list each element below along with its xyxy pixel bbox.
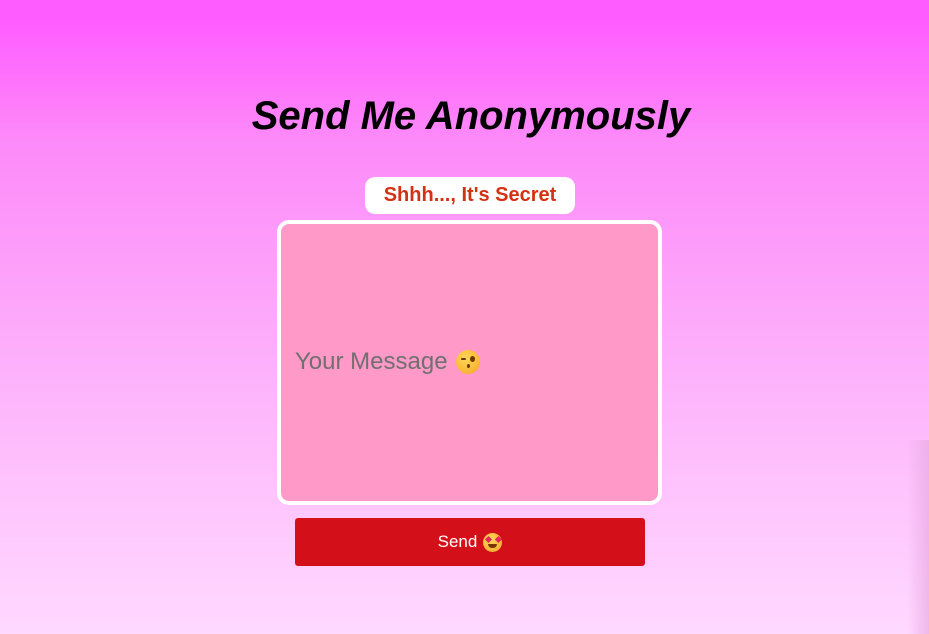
page-title: Send Me Anonymously (251, 94, 691, 138)
secret-badge: Shhh..., It's Secret (365, 177, 575, 214)
send-button[interactable]: Send (295, 518, 645, 566)
message-input[interactable] (277, 220, 662, 505)
star-struck-face-icon (483, 532, 503, 552)
page-edge-shade (907, 440, 929, 634)
send-button-label: Send (437, 532, 478, 551)
